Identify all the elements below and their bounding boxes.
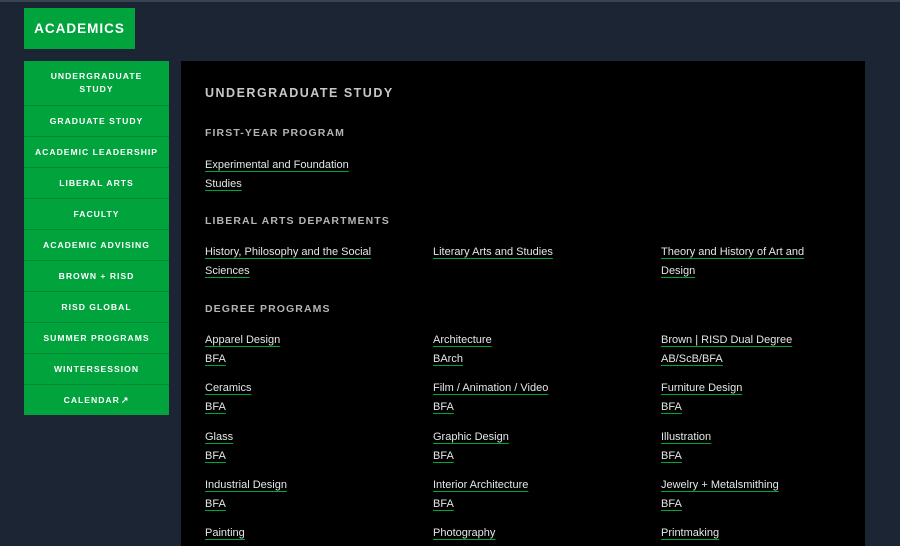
program-link[interactable]: Painting bbox=[205, 527, 245, 539]
degree-link[interactable]: BFA bbox=[205, 350, 226, 368]
degree-link[interactable]: BFA bbox=[433, 398, 454, 416]
degree-program: Graphic Design BFA bbox=[433, 427, 633, 465]
program-link[interactable]: Brown | RISD Dual Degree bbox=[661, 334, 792, 346]
degree-program: Illustration BFA bbox=[661, 427, 861, 465]
sidebar-item-academic-leadership[interactable]: ACADEMIC LEADERSHIP bbox=[24, 136, 169, 167]
degree-program: Architecture BArch bbox=[433, 330, 633, 368]
degree-program: Interior Architecture BFA bbox=[433, 475, 633, 513]
sidebar-item-label: RISD GLOBAL bbox=[61, 301, 132, 312]
sidebar-item-label: UNDERGRADUATE STUDY bbox=[50, 71, 143, 94]
degree-program: Glass BFA bbox=[205, 427, 405, 465]
degree-link[interactable]: BFA bbox=[205, 398, 226, 416]
degree-program: Brown | RISD Dual Degree AB/ScB/BFA bbox=[661, 330, 861, 368]
sidebar-item-wintersession[interactable]: WINTERSESSION bbox=[24, 353, 169, 384]
program-link[interactable]: Jewelry + Metalsmithing bbox=[661, 479, 779, 491]
degree-program: Ceramics BFA bbox=[205, 378, 405, 416]
sidebar-item-faculty[interactable]: FACULTY bbox=[24, 198, 169, 229]
program-link[interactable]: Ceramics bbox=[205, 382, 251, 394]
degree-program: Film / Animation / Video BFA bbox=[433, 378, 633, 416]
sidebar-item-liberal-arts[interactable]: LIBERAL ARTS bbox=[24, 167, 169, 198]
degree-program: Printmaking bbox=[661, 523, 861, 542]
program-link[interactable]: Glass bbox=[205, 431, 233, 443]
main-panel: UNDERGRADUATE STUDY FIRST-YEAR PROGRAM E… bbox=[181, 61, 865, 546]
degree-link[interactable]: BFA bbox=[205, 447, 226, 465]
sidebar-item-undergraduate-study[interactable]: UNDERGRADUATE STUDY bbox=[24, 61, 169, 105]
section-title-degree-programs: DEGREE PROGRAMS bbox=[205, 303, 331, 315]
link-experimental-foundation-studies[interactable]: Experimental and Foundation Studies bbox=[205, 159, 349, 190]
sidebar-item-label: GRADUATE STUDY bbox=[49, 115, 144, 126]
program-link[interactable]: Industrial Design bbox=[205, 479, 287, 491]
sidebar-item-label: ACADEMIC ADVISING bbox=[43, 239, 150, 250]
sidebar-item-label: FACULTY bbox=[73, 208, 120, 219]
program-link[interactable]: Photography bbox=[433, 527, 495, 539]
degree-program: Jewelry + Metalsmithing BFA bbox=[661, 475, 861, 513]
sidebar-item-calendar[interactable]: CALENDAR ↗ bbox=[24, 384, 169, 415]
degree-link[interactable]: BFA bbox=[205, 495, 226, 513]
degree-link[interactable]: BFA bbox=[433, 495, 454, 513]
program-link[interactable]: Illustration bbox=[661, 431, 711, 443]
sidebar-item-label: CALENDAR bbox=[63, 394, 120, 405]
program-link[interactable]: Graphic Design bbox=[433, 431, 509, 443]
program-link[interactable]: Interior Architecture bbox=[433, 479, 528, 491]
program-link[interactable]: Printmaking bbox=[661, 527, 719, 539]
degree-link[interactable]: BFA bbox=[661, 398, 682, 416]
program-link[interactable]: Apparel Design bbox=[205, 334, 280, 346]
degree-program: Furniture Design BFA bbox=[661, 378, 861, 416]
sidebar-item-label: BROWN + RISD bbox=[58, 270, 135, 281]
program-link[interactable]: Furniture Design bbox=[661, 382, 742, 394]
sidebar-nav: UNDERGRADUATE STUDY GRADUATE STUDY ACADE… bbox=[24, 61, 169, 415]
page-title: UNDERGRADUATE STUDY bbox=[205, 86, 394, 100]
sidebar-item-academic-advising[interactable]: ACADEMIC ADVISING bbox=[24, 229, 169, 260]
section-title-liberal-arts: LIBERAL ARTS DEPARTMENTS bbox=[205, 215, 390, 227]
degree-program: Painting bbox=[205, 523, 405, 542]
sidebar-item-label: WINTERSESSION bbox=[53, 363, 140, 374]
link-literary-arts-studies[interactable]: Literary Arts and Studies bbox=[433, 246, 553, 258]
section-title-first-year: FIRST-YEAR PROGRAM bbox=[205, 127, 345, 139]
link-history-philosophy-social-sciences[interactable]: History, Philosophy and the Social Scien… bbox=[205, 246, 371, 277]
degree-program: Apparel Design BFA bbox=[205, 330, 405, 368]
degree-link[interactable]: AB/ScB/BFA bbox=[661, 350, 723, 368]
sidebar-item-label: SUMMER PROGRAMS bbox=[43, 332, 150, 343]
sidebar-item-summer-programs[interactable]: SUMMER PROGRAMS bbox=[24, 322, 169, 353]
sidebar-item-risd-global[interactable]: RISD GLOBAL bbox=[24, 291, 169, 322]
degree-program: Industrial Design BFA bbox=[205, 475, 405, 513]
program-link[interactable]: Architecture bbox=[433, 334, 492, 346]
academics-button[interactable]: ACADEMICS bbox=[24, 8, 135, 49]
link-theory-history-art-design[interactable]: Theory and History of Art and Design bbox=[661, 246, 804, 277]
degree-link[interactable]: BArch bbox=[433, 350, 463, 368]
sidebar-item-brown-risd[interactable]: BROWN + RISD bbox=[24, 260, 169, 291]
external-arrow-icon: ↗ bbox=[120, 394, 130, 405]
degree-link[interactable]: BFA bbox=[661, 495, 682, 513]
degree-link[interactable]: BFA bbox=[433, 447, 454, 465]
sidebar-item-label: ACADEMIC LEADERSHIP bbox=[34, 146, 159, 157]
degree-link[interactable]: BFA bbox=[661, 447, 682, 465]
degree-program: Photography bbox=[433, 523, 633, 542]
sidebar-item-label: LIBERAL ARTS bbox=[59, 177, 134, 188]
sidebar-item-graduate-study[interactable]: GRADUATE STUDY bbox=[24, 105, 169, 136]
program-link[interactable]: Film / Animation / Video bbox=[433, 382, 548, 394]
top-divider bbox=[0, 0, 900, 2]
